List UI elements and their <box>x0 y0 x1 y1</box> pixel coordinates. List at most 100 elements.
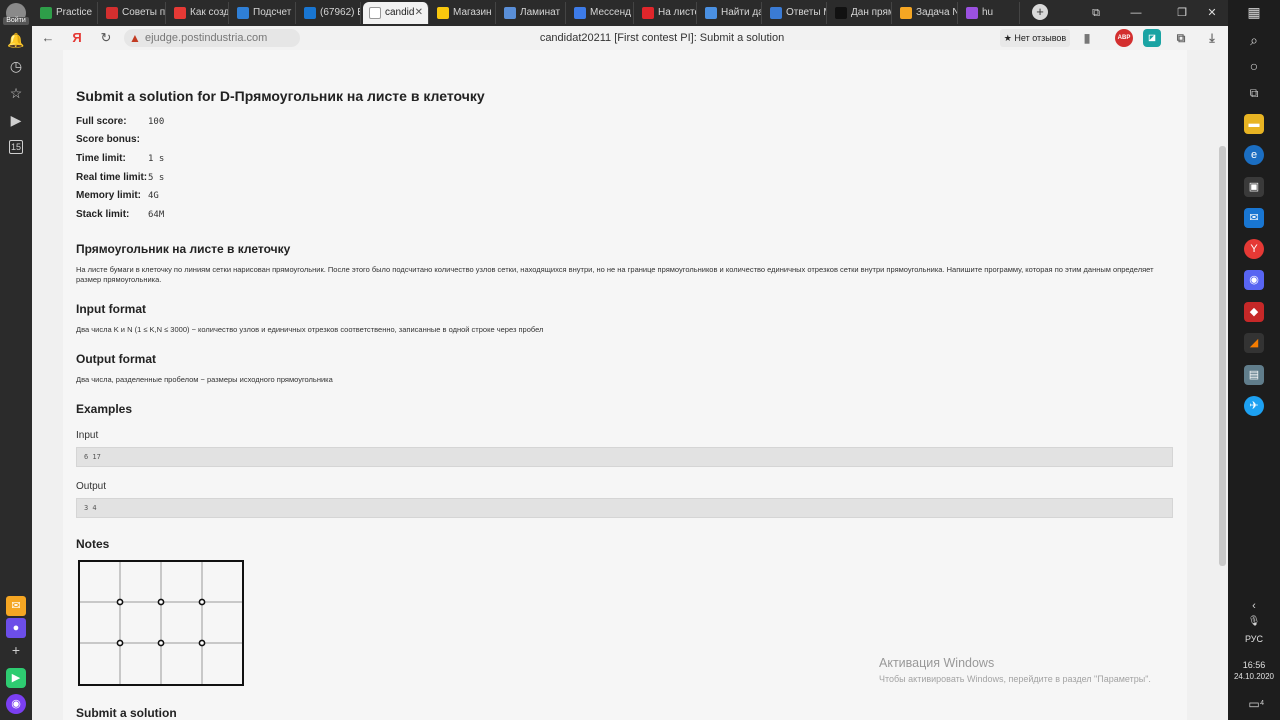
browser-tab[interactable]: На листе <box>636 2 697 24</box>
browser-tab[interactable]: Practice <box>34 2 98 24</box>
warning-icon[interactable]: ▲ <box>128 31 142 45</box>
tab-favicon-icon <box>770 7 782 19</box>
limit-row: Time limit: 1 s <box>76 150 164 168</box>
output-format-heading: Output format <box>76 352 156 366</box>
mail-icon[interactable]: ✉ <box>6 596 26 616</box>
close-button[interactable]: ✕ <box>1202 3 1222 23</box>
discord-icon[interactable]: ◉ <box>1244 270 1264 290</box>
new-tab-button[interactable]: + <box>1032 4 1048 20</box>
tab-label: (67962) E <box>320 7 361 18</box>
browser-side-panel: Войти 🔔 ◷ ☆ ▶ 15 ✉ ● + ▶ ◉ <box>0 0 32 720</box>
tab-manager-icon[interactable]: ⧉ <box>1086 3 1106 23</box>
url-field[interactable]: ▲ ejudge.postindustria.com <box>124 29 300 47</box>
clock-icon[interactable]: ◷ <box>6 56 26 76</box>
reload-icon[interactable]: ↻ <box>96 28 116 48</box>
scrollbar[interactable] <box>1217 50 1228 720</box>
browser-tab[interactable]: Подсчет <box>231 2 296 24</box>
grid-rectangle-figure <box>78 560 244 686</box>
notification-icon[interactable]: ▭ 4 <box>1244 694 1264 714</box>
limit-row: Score bonus: <box>76 131 148 149</box>
bell-icon[interactable]: 🔔 <box>6 30 26 50</box>
example-output-box[interactable]: 3 4 <box>76 498 1173 518</box>
play-icon[interactable]: ▶ <box>6 110 26 130</box>
extension-icon[interactable]: ◪ <box>1143 29 1161 47</box>
file-explorer-icon[interactable]: ▬ <box>1244 114 1264 134</box>
bookmark-icon[interactable]: ▮ <box>1078 29 1096 47</box>
tab-favicon-icon <box>174 7 186 19</box>
tab-label: Дан прям <box>851 7 892 18</box>
tab-favicon-icon <box>504 7 516 19</box>
browser-tab[interactable]: (67962) E <box>298 2 361 24</box>
close-tab-icon[interactable]: ✕ <box>415 2 423 24</box>
task-view-icon[interactable]: ⧉ <box>1244 83 1264 103</box>
adblock-icon[interactable]: ABP <box>1115 29 1133 47</box>
minimize-button[interactable]: — <box>1126 3 1146 23</box>
browser-tab[interactable]: Как созд <box>168 2 229 24</box>
clock-time[interactable]: 16:56 <box>1228 660 1280 670</box>
tab-favicon-icon <box>40 7 52 19</box>
browser-tab[interactable]: Магазин <box>431 2 496 24</box>
yandex-browser-icon[interactable]: Y <box>1244 239 1264 259</box>
language-indicator[interactable]: РУС <box>1228 634 1280 644</box>
network-drive-icon[interactable]: ▤ <box>1244 365 1264 385</box>
tab-label: Магазин <box>453 7 492 18</box>
music-icon[interactable]: ▶ <box>6 668 26 688</box>
mail-icon[interactable]: ✉ <box>1244 208 1264 228</box>
browser-tab[interactable]: Советы п <box>100 2 166 24</box>
browser-tab[interactable]: Мессенд <box>568 2 634 24</box>
notes-heading: Notes <box>76 537 110 551</box>
tab-favicon-icon <box>705 7 717 19</box>
collections-icon[interactable]: ⧉ <box>1172 29 1190 47</box>
download-icon[interactable]: ⤓ <box>1203 29 1221 47</box>
scrollbar-thumb[interactable] <box>1219 146 1226 566</box>
tab-favicon-icon <box>900 7 912 19</box>
example-input-label: Input <box>76 430 99 441</box>
reviews-button[interactable]: ★ Нет отзывов <box>1000 29 1070 47</box>
cortana-icon[interactable]: ○ <box>1244 56 1264 76</box>
edge-icon[interactable]: e <box>1244 145 1264 165</box>
limit-value: 4G <box>148 191 159 201</box>
telegram-icon[interactable]: ✈ <box>1244 396 1264 416</box>
search-icon[interactable]: ⌕ <box>1244 30 1264 50</box>
example-output-label: Output <box>76 481 107 492</box>
problem-page: Submit a solution for D-Прямоугольник на… <box>63 50 1187 720</box>
problem-title: Прямоугольник на листе в клеточку <box>76 242 291 256</box>
back-icon[interactable]: ← <box>38 28 58 48</box>
browser-tab[interactable]: Дан прям <box>829 2 892 24</box>
limit-key: Time limit: <box>76 153 126 164</box>
browser-tab[interactable]: Ответы М <box>764 2 827 24</box>
restore-button[interactable]: ❐ <box>1172 3 1192 23</box>
sublime-icon[interactable]: ◢ <box>1244 333 1264 353</box>
tab-favicon-icon <box>966 7 978 19</box>
browser-tab[interactable]: Задача N <box>894 2 958 24</box>
browser-tab[interactable]: candid ✕ <box>363 2 429 24</box>
microphone-icon[interactable]: 🎙 <box>1244 612 1264 632</box>
limit-value: 5 s <box>148 173 165 183</box>
yandex-icon[interactable]: Я <box>67 28 87 48</box>
limit-key: Full score: <box>76 116 127 127</box>
calendar-icon[interactable]: 15 <box>9 140 23 154</box>
alice-icon[interactable]: ◉ <box>6 694 26 714</box>
browser-tab[interactable]: Ламинат <box>498 2 566 24</box>
browser-tab[interactable]: hu <box>960 2 1020 24</box>
add-icon[interactable]: + <box>6 640 26 660</box>
url-text[interactable]: ejudge.postindustria.com <box>145 29 267 47</box>
windows-start-icon[interactable]: ▦ <box>1244 2 1264 22</box>
tab-favicon-icon <box>437 7 449 19</box>
login-button[interactable]: Войти <box>3 17 29 25</box>
address-bar: ← Я ↻ ▲ ejudge.postindustria.com candida… <box>32 26 1228 50</box>
limit-row: Full score: 100 <box>76 113 164 131</box>
star-icon[interactable]: ☆ <box>6 83 26 103</box>
clock-date[interactable]: 24.10.2020 <box>1228 672 1280 681</box>
browser-tab[interactable]: Найти да <box>699 2 762 24</box>
problem-statement: На листе бумаги в клеточку по линиям сет… <box>76 265 1154 284</box>
example-input-box[interactable]: 6 17 <box>76 447 1173 467</box>
messenger-icon[interactable]: ● <box>6 618 26 638</box>
limit-value: 1 s <box>148 154 165 164</box>
limit-row: Stack limit: 64M <box>76 206 164 224</box>
limit-value: 100 <box>148 117 165 127</box>
windows-activation-title: Активация Windows <box>879 656 995 670</box>
game-icon[interactable]: ◆ <box>1244 302 1264 322</box>
limit-row: Memory limit: 4G <box>76 187 159 205</box>
store-icon[interactable]: ▣ <box>1244 177 1264 197</box>
